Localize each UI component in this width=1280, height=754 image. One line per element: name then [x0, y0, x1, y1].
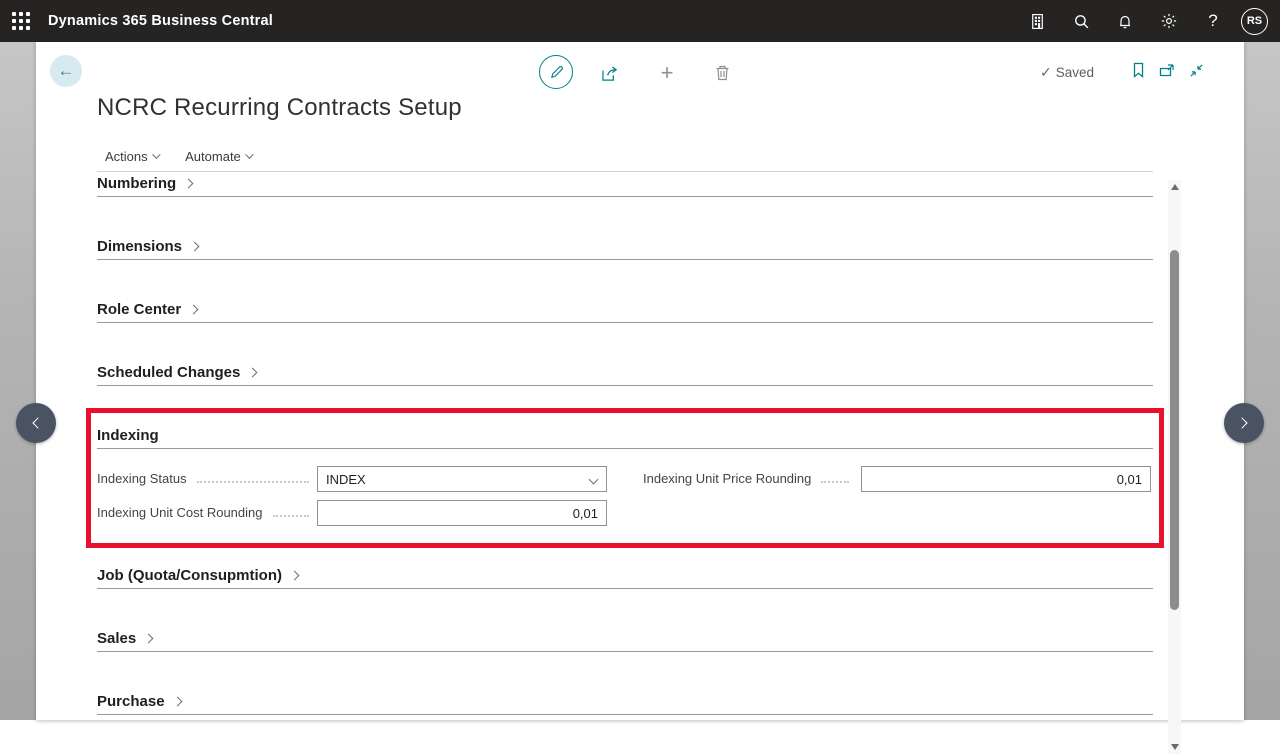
chevron-right-icon [1236, 417, 1247, 428]
chevron-down-icon [153, 151, 161, 159]
chevron-right-icon [190, 242, 200, 252]
menu-automate-label: Automate [185, 149, 241, 164]
edit-pencil-icon [549, 65, 564, 80]
chevron-right-icon [184, 179, 194, 189]
collapse-icon[interactable] [1189, 63, 1204, 78]
menu-actions[interactable]: Actions [97, 146, 167, 167]
field-label: Indexing Unit Cost Rounding [97, 505, 263, 520]
section-sales[interactable]: Sales [97, 630, 1153, 652]
delete-button[interactable] [710, 62, 734, 84]
chevron-right-icon [290, 571, 300, 581]
new-button[interactable]: + [655, 62, 679, 84]
dotted-leader [821, 481, 849, 483]
edit-button[interactable] [539, 55, 573, 89]
section-scheduled-changes[interactable]: Scheduled Changes [97, 364, 1153, 386]
menu-actions-label: Actions [105, 149, 148, 164]
field-label: Indexing Status [97, 471, 187, 486]
dotted-leader [273, 515, 310, 517]
previous-record-button[interactable] [16, 403, 56, 443]
delete-trash-icon [715, 65, 730, 81]
setup-page-card: ← + [36, 42, 1244, 720]
chevron-right-icon [172, 697, 182, 707]
page-control-icons [1132, 62, 1204, 78]
app-launcher-waffle-icon[interactable] [0, 0, 42, 42]
chevron-right-icon [248, 368, 258, 378]
section-numbering[interactable]: Numbering [97, 175, 1153, 197]
section-label: Job (Quota/Consupmtion) [97, 567, 282, 584]
scrollbar-down-arrow[interactable] [1168, 740, 1181, 754]
indexing-status-label-row: Indexing Status [97, 470, 315, 486]
section-label: Dimensions [97, 238, 182, 255]
top-navigation-bar: Dynamics 365 Business Central [0, 0, 1280, 42]
scrollbar-thumb[interactable] [1170, 250, 1179, 610]
check-icon: ✓ [1040, 64, 1052, 81]
section-label: Sales [97, 630, 136, 647]
section-role-center[interactable]: Role Center [97, 301, 1153, 323]
indexing-status-dropdown[interactable] [317, 466, 607, 492]
waffle-grid-icon [12, 12, 31, 31]
section-label: Role Center [97, 301, 181, 318]
add-plus-icon: + [661, 60, 674, 86]
indexing-status-input[interactable] [318, 467, 606, 491]
dotted-leader [197, 481, 309, 483]
section-label: Indexing [97, 427, 159, 444]
chevron-right-icon [189, 305, 199, 315]
section-job-quota-consumption[interactable]: Job (Quota/Consupmtion) [97, 567, 1153, 589]
field-label: Indexing Unit Price Rounding [643, 471, 811, 486]
topbar-right-icons: ? RS [1015, 0, 1280, 42]
share-button[interactable] [598, 62, 622, 84]
chevron-down-icon [246, 151, 254, 159]
section-purchase[interactable]: Purchase [97, 693, 1153, 715]
search-icon[interactable] [1059, 0, 1103, 42]
indexing-unit-price-input[interactable] [862, 467, 1150, 491]
user-avatar[interactable]: RS [1241, 8, 1268, 35]
page-title: NCRC Recurring Contracts Setup [97, 94, 462, 122]
chevron-right-icon [144, 634, 154, 644]
indexing-unit-cost-label-row: Indexing Unit Cost Rounding [97, 504, 315, 520]
vertical-scrollbar[interactable] [1168, 180, 1181, 754]
notifications-bell-icon[interactable] [1103, 0, 1147, 42]
menu-automate[interactable]: Automate [177, 146, 260, 167]
page-background: ← + [0, 42, 1280, 720]
menu-divider [97, 171, 1153, 172]
next-record-button[interactable] [1224, 403, 1264, 443]
chevron-left-icon [32, 417, 43, 428]
page-menu-bar: Actions Automate [97, 146, 260, 167]
section-indexing-header[interactable]: Indexing [97, 427, 1153, 449]
section-label: Scheduled Changes [97, 364, 240, 381]
open-in-window-icon[interactable] [1159, 63, 1175, 78]
indexing-unit-price-field[interactable] [861, 466, 1151, 492]
indexing-unit-cost-field[interactable] [317, 500, 607, 526]
company-icon[interactable] [1015, 0, 1059, 42]
scrollbar-up-arrow[interactable] [1168, 180, 1181, 194]
settings-gear-icon[interactable] [1147, 0, 1191, 42]
app-title[interactable]: Dynamics 365 Business Central [48, 13, 273, 29]
section-dimensions[interactable]: Dimensions [97, 238, 1153, 260]
section-label: Purchase [97, 693, 165, 710]
indexing-unit-cost-input[interactable] [318, 501, 606, 525]
bookmark-icon[interactable] [1132, 62, 1145, 78]
section-label: Numbering [97, 175, 176, 192]
share-icon [601, 65, 620, 82]
save-status: ✓ Saved [1040, 64, 1094, 81]
indexing-unit-price-label-row: Indexing Unit Price Rounding [643, 470, 855, 486]
save-status-label: Saved [1056, 65, 1094, 80]
help-icon[interactable]: ? [1191, 0, 1235, 42]
